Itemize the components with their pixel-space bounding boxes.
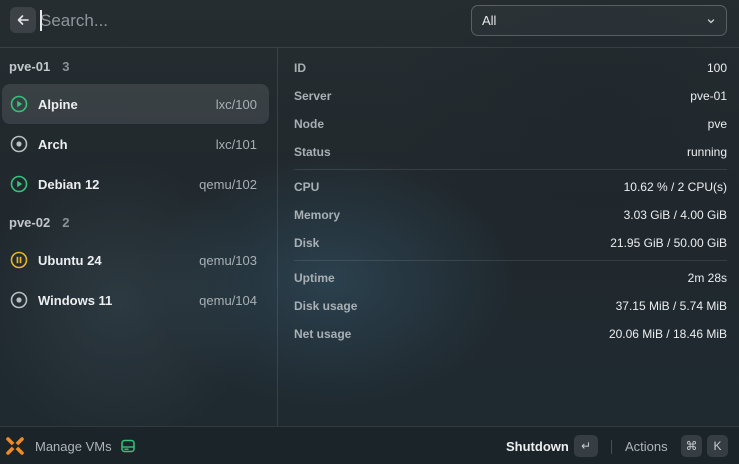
stopped-circle-icon <box>9 134 29 154</box>
list-item-debian-12[interactable]: Debian 12 qemu/102 <box>2 164 269 204</box>
detail-value: 20.06 MiB / 18.46 MiB <box>608 327 727 341</box>
detail-value: 2m 28s <box>687 271 727 285</box>
detail-row-id: ID 100 <box>294 54 727 82</box>
detail-row-memory: Memory 3.03 GiB / 4.00 GiB <box>294 201 727 229</box>
chevron-down-icon <box>707 18 715 23</box>
detail-row-node: Node pve <box>294 110 727 138</box>
detail-value: 100 <box>706 61 727 75</box>
detail-label: CPU <box>294 180 320 194</box>
list-item-ubuntu-24[interactable]: Ubuntu 24 qemu/103 <box>2 240 269 280</box>
extension-window: All pve-01 3 Alpine lxc/100 Arch lxc/101 <box>0 0 739 464</box>
vm-id: qemu/103 <box>199 252 257 268</box>
divider <box>611 440 612 454</box>
vm-name: Arch <box>38 136 68 152</box>
detail-row-net-usage: Net usage 20.06 MiB / 18.46 MiB <box>294 320 727 348</box>
detail-label: Node <box>294 117 324 131</box>
extension-title: Manage VMs <box>35 439 112 454</box>
list-item-windows-11[interactable]: Windows 11 qemu/104 <box>2 280 269 320</box>
group-count: 3 <box>62 58 70 74</box>
vm-name: Windows 11 <box>38 292 113 308</box>
actions-button[interactable]: Actions <box>625 439 668 454</box>
play-circle-icon <box>9 94 29 114</box>
detail-panel: ID 100 Server pve-01 Node pve Status run… <box>279 48 739 426</box>
k-key-icon: K <box>707 435 728 457</box>
detail-label: Net usage <box>294 327 352 341</box>
vm-id: lxc/101 <box>215 136 257 152</box>
detail-label: Status <box>294 145 331 159</box>
detail-value: pve <box>707 117 727 131</box>
detail-label: Disk usage <box>294 299 358 313</box>
proxmox-logo-icon <box>6 437 24 455</box>
section-divider <box>294 260 727 261</box>
list-item-alpine[interactable]: Alpine lxc/100 <box>2 84 269 124</box>
detail-row-uptime: Uptime 2m 28s <box>294 264 727 292</box>
detail-row-status: Status running <box>294 138 727 166</box>
detail-row-disk: Disk 21.95 GiB / 50.00 GiB <box>294 229 727 257</box>
arrow-left-icon <box>17 15 29 25</box>
top-bar: All <box>0 0 739 48</box>
vm-name: Debian 12 <box>38 176 100 192</box>
group-name: pve-01 <box>9 58 51 74</box>
vm-id: qemu/102 <box>199 176 257 192</box>
detail-value: 37.15 MiB / 5.74 MiB <box>615 299 727 313</box>
action-bar: Manage VMs Shutdown ↵ Actions ⌘ K <box>0 426 739 464</box>
play-circle-icon <box>9 174 29 194</box>
section-divider <box>294 169 727 170</box>
enter-key-icon: ↵ <box>574 435 598 457</box>
detail-label: Memory <box>294 208 341 222</box>
detail-value: 21.95 GiB / 50.00 GiB <box>610 236 727 250</box>
command-key-icon: ⌘ <box>681 435 702 457</box>
group-header: pve-02 2 <box>0 204 277 240</box>
text-cursor <box>40 10 42 31</box>
detail-value: running <box>686 145 727 159</box>
vm-name: Ubuntu 24 <box>38 252 102 268</box>
vm-id: qemu/104 <box>199 292 257 308</box>
shutdown-button[interactable]: Shutdown <box>506 439 569 454</box>
detail-value: 3.03 GiB / 4.00 GiB <box>623 208 727 222</box>
group-header: pve-01 3 <box>0 48 277 84</box>
detail-label: Disk <box>294 236 320 250</box>
detail-row-disk-usage: Disk usage 37.15 MiB / 5.74 MiB <box>294 292 727 320</box>
detail-row-server: Server pve-01 <box>294 82 727 110</box>
back-button[interactable] <box>10 7 36 33</box>
filter-selected-value: All <box>482 13 497 28</box>
detail-value: 10.62 % / 2 CPU(s) <box>623 180 727 194</box>
detail-value: pve-01 <box>690 89 727 103</box>
vm-name: Alpine <box>38 96 78 112</box>
vm-list: pve-01 3 Alpine lxc/100 Arch lxc/101 Deb… <box>0 48 278 426</box>
server-drive-icon <box>121 439 135 453</box>
stopped-circle-icon <box>9 290 29 310</box>
detail-row-cpu: CPU 10.62 % / 2 CPU(s) <box>294 173 727 201</box>
filter-dropdown[interactable]: All <box>471 5 727 36</box>
vm-id: lxc/100 <box>215 96 257 112</box>
list-item-arch[interactable]: Arch lxc/101 <box>2 124 269 164</box>
detail-label: Server <box>294 89 332 103</box>
search-input[interactable] <box>40 8 440 34</box>
detail-label: ID <box>294 61 306 75</box>
group-count: 2 <box>62 214 70 230</box>
detail-label: Uptime <box>294 271 335 285</box>
group-name: pve-02 <box>9 214 51 230</box>
pause-circle-icon <box>9 250 29 270</box>
